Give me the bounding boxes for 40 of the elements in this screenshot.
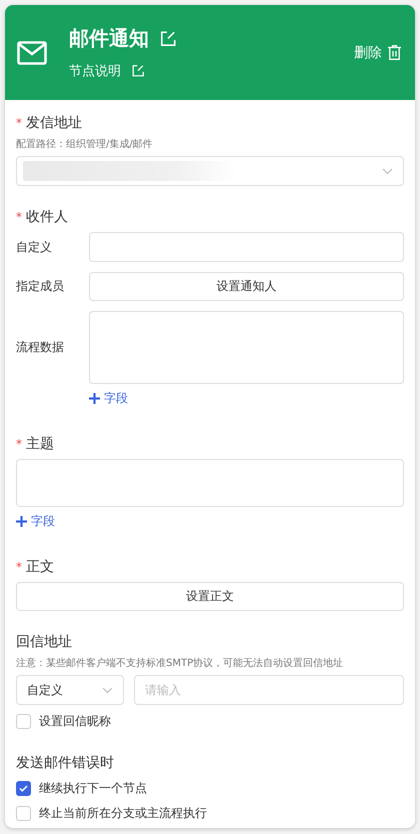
checkbox-label: 终止当前所在分支或主流程执行: [39, 805, 207, 822]
section-label: 回信地址: [16, 633, 73, 651]
field-label: 自定义: [16, 238, 53, 256]
section-label: 发送邮件错误时: [16, 754, 115, 772]
required-asterisk: *: [16, 437, 22, 451]
checkbox[interactable]: [16, 781, 31, 796]
edit-icon[interactable]: [159, 30, 177, 48]
required-asterisk: *: [16, 560, 22, 574]
field-label: 流程数据: [16, 339, 65, 356]
config-path-hint: 配置路径：组织管理/集成/邮件: [16, 138, 154, 151]
node-description: 节点说明: [69, 63, 121, 80]
checkbox-label: 设置回信昵称: [39, 713, 111, 730]
section-label: 主题: [26, 435, 54, 453]
required-asterisk: *: [16, 116, 22, 130]
chevron-down-icon: [102, 686, 113, 694]
plus-icon: [16, 516, 27, 527]
subject-field[interactable]: [16, 459, 404, 507]
field-label: 指定成员: [16, 278, 65, 295]
sender-select[interactable]: [16, 156, 404, 186]
required-asterisk: *: [16, 210, 22, 224]
mail-icon: [17, 40, 47, 64]
set-recipients-button[interactable]: 设置通知人: [89, 272, 404, 301]
checkmark-icon: [19, 785, 28, 792]
set-body-button[interactable]: 设置正文: [16, 582, 404, 611]
section-label: 正文: [26, 558, 54, 576]
section-label: 收件人: [26, 208, 68, 226]
checkbox-label: 继续执行下一个节点: [39, 780, 147, 797]
add-field-link[interactable]: 字段: [16, 513, 55, 530]
note-text: 注意：某些邮件客户端不支持标准SMTP协议，可能无法自动设置回信地址: [16, 656, 344, 670]
plus-icon: [89, 393, 100, 404]
type-select[interactable]: 自定义: [16, 675, 124, 705]
trash-icon: [388, 45, 401, 60]
reply-address-input[interactable]: 请输入: [134, 675, 404, 705]
section-label: 发信地址: [26, 114, 82, 132]
chevron-down-icon: [382, 168, 393, 174]
add-field-link[interactable]: 字段: [89, 390, 128, 407]
node-title: 邮件通知: [69, 25, 149, 52]
edit-icon[interactable]: [131, 64, 145, 78]
input-field[interactable]: [89, 232, 404, 262]
textarea-field[interactable]: [89, 311, 404, 384]
